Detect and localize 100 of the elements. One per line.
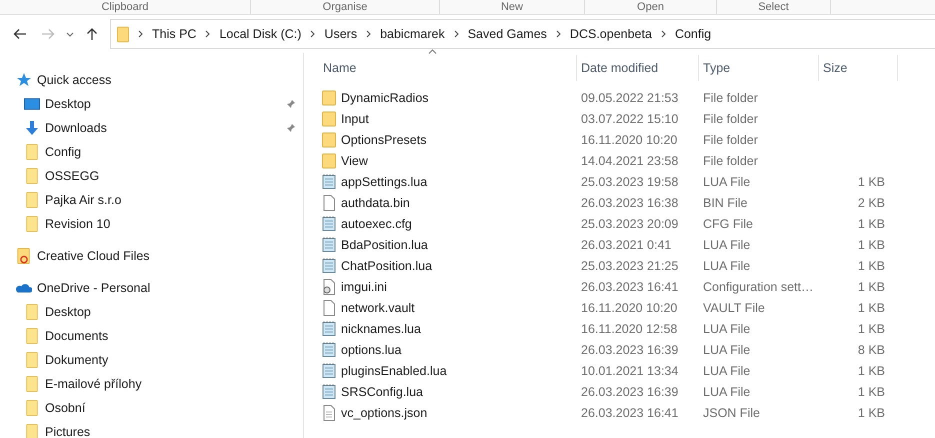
nav-item[interactable]: Dokumenty: [0, 348, 303, 372]
document-icon: [321, 404, 337, 420]
size-cell-text: 1 KB: [856, 322, 886, 336]
file-name[interactable]: network.vault: [341, 300, 415, 314]
column-header[interactable]: Name: [319, 55, 577, 81]
caret-icon[interactable]: [66, 32, 74, 36]
date-cell-text: 16.11.2020 10:20: [580, 132, 678, 146]
date-cell-text: 16.11.2020 12:58: [580, 322, 678, 336]
notepad-icon: [321, 236, 337, 252]
file-name[interactable]: autoexec.cfg: [341, 216, 412, 230]
date-cell-text: 26.03.2023 16:39: [580, 384, 680, 398]
type-cell-text: VAULT File: [702, 300, 766, 314]
nav-item[interactable]: Desktop: [0, 92, 303, 116]
size-cell-text: 1 KB: [856, 174, 886, 188]
up-icon[interactable]: [85, 27, 99, 41]
chevron-icon[interactable]: [366, 30, 372, 38]
chevron-icon[interactable]: [454, 30, 459, 38]
type-cell-text: File folder: [702, 132, 759, 146]
file-name[interactable]: Input: [341, 112, 369, 126]
file-name[interactable]: DynamicRadios: [341, 90, 429, 104]
file-name[interactable]: nicknames.lua: [341, 322, 421, 336]
nav-item[interactable]: OSSEGG: [0, 164, 303, 188]
date-cell-text: 25.03.2023 20:09: [580, 216, 680, 230]
date-cell-text: 03.07.2022 15:10: [580, 112, 680, 126]
folder-icon: [24, 400, 40, 416]
file-name[interactable]: vc_options.json: [341, 406, 428, 420]
notepad-icon: [321, 174, 337, 190]
nav-item[interactable]: Desktop: [0, 300, 303, 324]
file-name[interactable]: BdaPosition.lua: [341, 238, 428, 252]
file-name[interactable]: pluginsEnabled.lua: [341, 364, 447, 378]
type-cell-text: LUA File: [702, 258, 752, 272]
nav-item[interactable]: E-mailové přílohy: [0, 372, 303, 396]
notepad-icon: [321, 258, 337, 274]
size-cell-text: 2 KB: [856, 196, 886, 210]
chevron-icon[interactable]: [205, 30, 210, 38]
file-name[interactable]: OptionsPresets: [341, 132, 426, 146]
date-cell-text: 26.03.2023 16:41: [580, 280, 680, 294]
folder-icon: [117, 26, 129, 42]
folder-icon: [321, 152, 337, 168]
folder-icon: [24, 424, 40, 438]
back-icon[interactable]: [13, 27, 27, 41]
breadcrumb[interactable]: babicmarek: [380, 27, 445, 41]
file-name[interactable]: imgui.ini: [341, 280, 387, 294]
breadcrumb[interactable]: Local Disk (C:): [219, 27, 302, 41]
date-cell-text: 16.11.2020 10:20: [580, 300, 678, 314]
file-name[interactable]: authdata.bin: [341, 196, 410, 210]
file-name[interactable]: View: [341, 154, 368, 168]
notepad-icon: [321, 384, 337, 400]
pin-icon[interactable]: [286, 123, 296, 133]
ribbon-group-label: New: [440, 0, 585, 14]
nav-item[interactable]: Osobní: [0, 396, 303, 420]
file-name[interactable]: appSettings.lua: [341, 174, 428, 188]
chevron-icon[interactable]: [310, 30, 316, 38]
chevron-icon[interactable]: [138, 30, 143, 38]
notepad-icon: [321, 342, 337, 358]
type-cell-text: LUA File: [702, 364, 752, 378]
folder-icon: [321, 110, 337, 126]
notepad-icon: [321, 216, 337, 232]
column-header[interactable]: Type: [699, 55, 819, 81]
nav-item[interactable]: OneDrive - Personal: [0, 276, 303, 300]
nav-item[interactable]: Quick access: [0, 68, 303, 92]
column-header[interactable]: Date modified: [577, 55, 699, 81]
chevron-icon[interactable]: [556, 30, 561, 38]
breadcrumb[interactable]: Config: [674, 27, 712, 41]
notepad-icon: [321, 320, 337, 336]
file-name[interactable]: SRSConfig.lua: [341, 384, 423, 398]
folder-icon: [24, 216, 40, 232]
date-cell-text: 26.03.2023 16:38: [580, 196, 680, 210]
size-cell-text: 1 KB: [856, 300, 886, 314]
file-name[interactable]: ChatPosition.lua: [341, 258, 432, 272]
size-cell-text: 1 KB: [856, 280, 886, 294]
chevron-icon[interactable]: [660, 30, 666, 38]
nav-item[interactable]: Documents: [0, 324, 303, 348]
folder-icon: [24, 304, 40, 320]
breadcrumb[interactable]: DCS.openbeta: [570, 27, 652, 41]
nav-item[interactable]: Downloads: [0, 116, 303, 140]
folder-icon: [321, 90, 337, 106]
ribbon-group-label: Open: [585, 0, 717, 14]
pin-icon[interactable]: [286, 99, 296, 109]
nav-item[interactable]: Revision 10: [0, 212, 303, 236]
breadcrumb[interactable]: This PC: [152, 27, 196, 41]
type-cell-text: LUA File: [702, 174, 752, 188]
nav-item[interactable]: Creative Cloud Files: [0, 244, 303, 268]
date-cell-text: 10.01.2021 13:34: [580, 364, 680, 378]
folder-icon: [24, 144, 40, 160]
breadcrumb[interactable]: Saved Games: [468, 27, 547, 41]
address-bar[interactable]: This PC Local Disk (C:) Users babicmarek Saved Games DCS.openbeta Config: [110, 19, 935, 49]
nav-item[interactable]: Pictures: [0, 420, 303, 438]
date-cell-text: 09.05.2022 21:53: [580, 90, 680, 104]
nav-item[interactable]: Config: [0, 140, 303, 164]
type-cell-text: JSON File: [702, 406, 761, 420]
size-cell-text: 1 KB: [856, 406, 886, 420]
column-header[interactable]: Size: [819, 55, 898, 81]
date-cell-text: 14.04.2021 23:58: [580, 154, 680, 168]
breadcrumb[interactable]: Users: [324, 27, 358, 41]
nav-item[interactable]: Pajka Air s.r.o: [0, 188, 303, 212]
type-cell-text: CFG File: [702, 216, 754, 230]
ribbon-group-label: Clipboard: [0, 0, 251, 14]
file-name[interactable]: options.lua: [341, 342, 402, 356]
type-cell-text: LUA File: [702, 322, 752, 336]
